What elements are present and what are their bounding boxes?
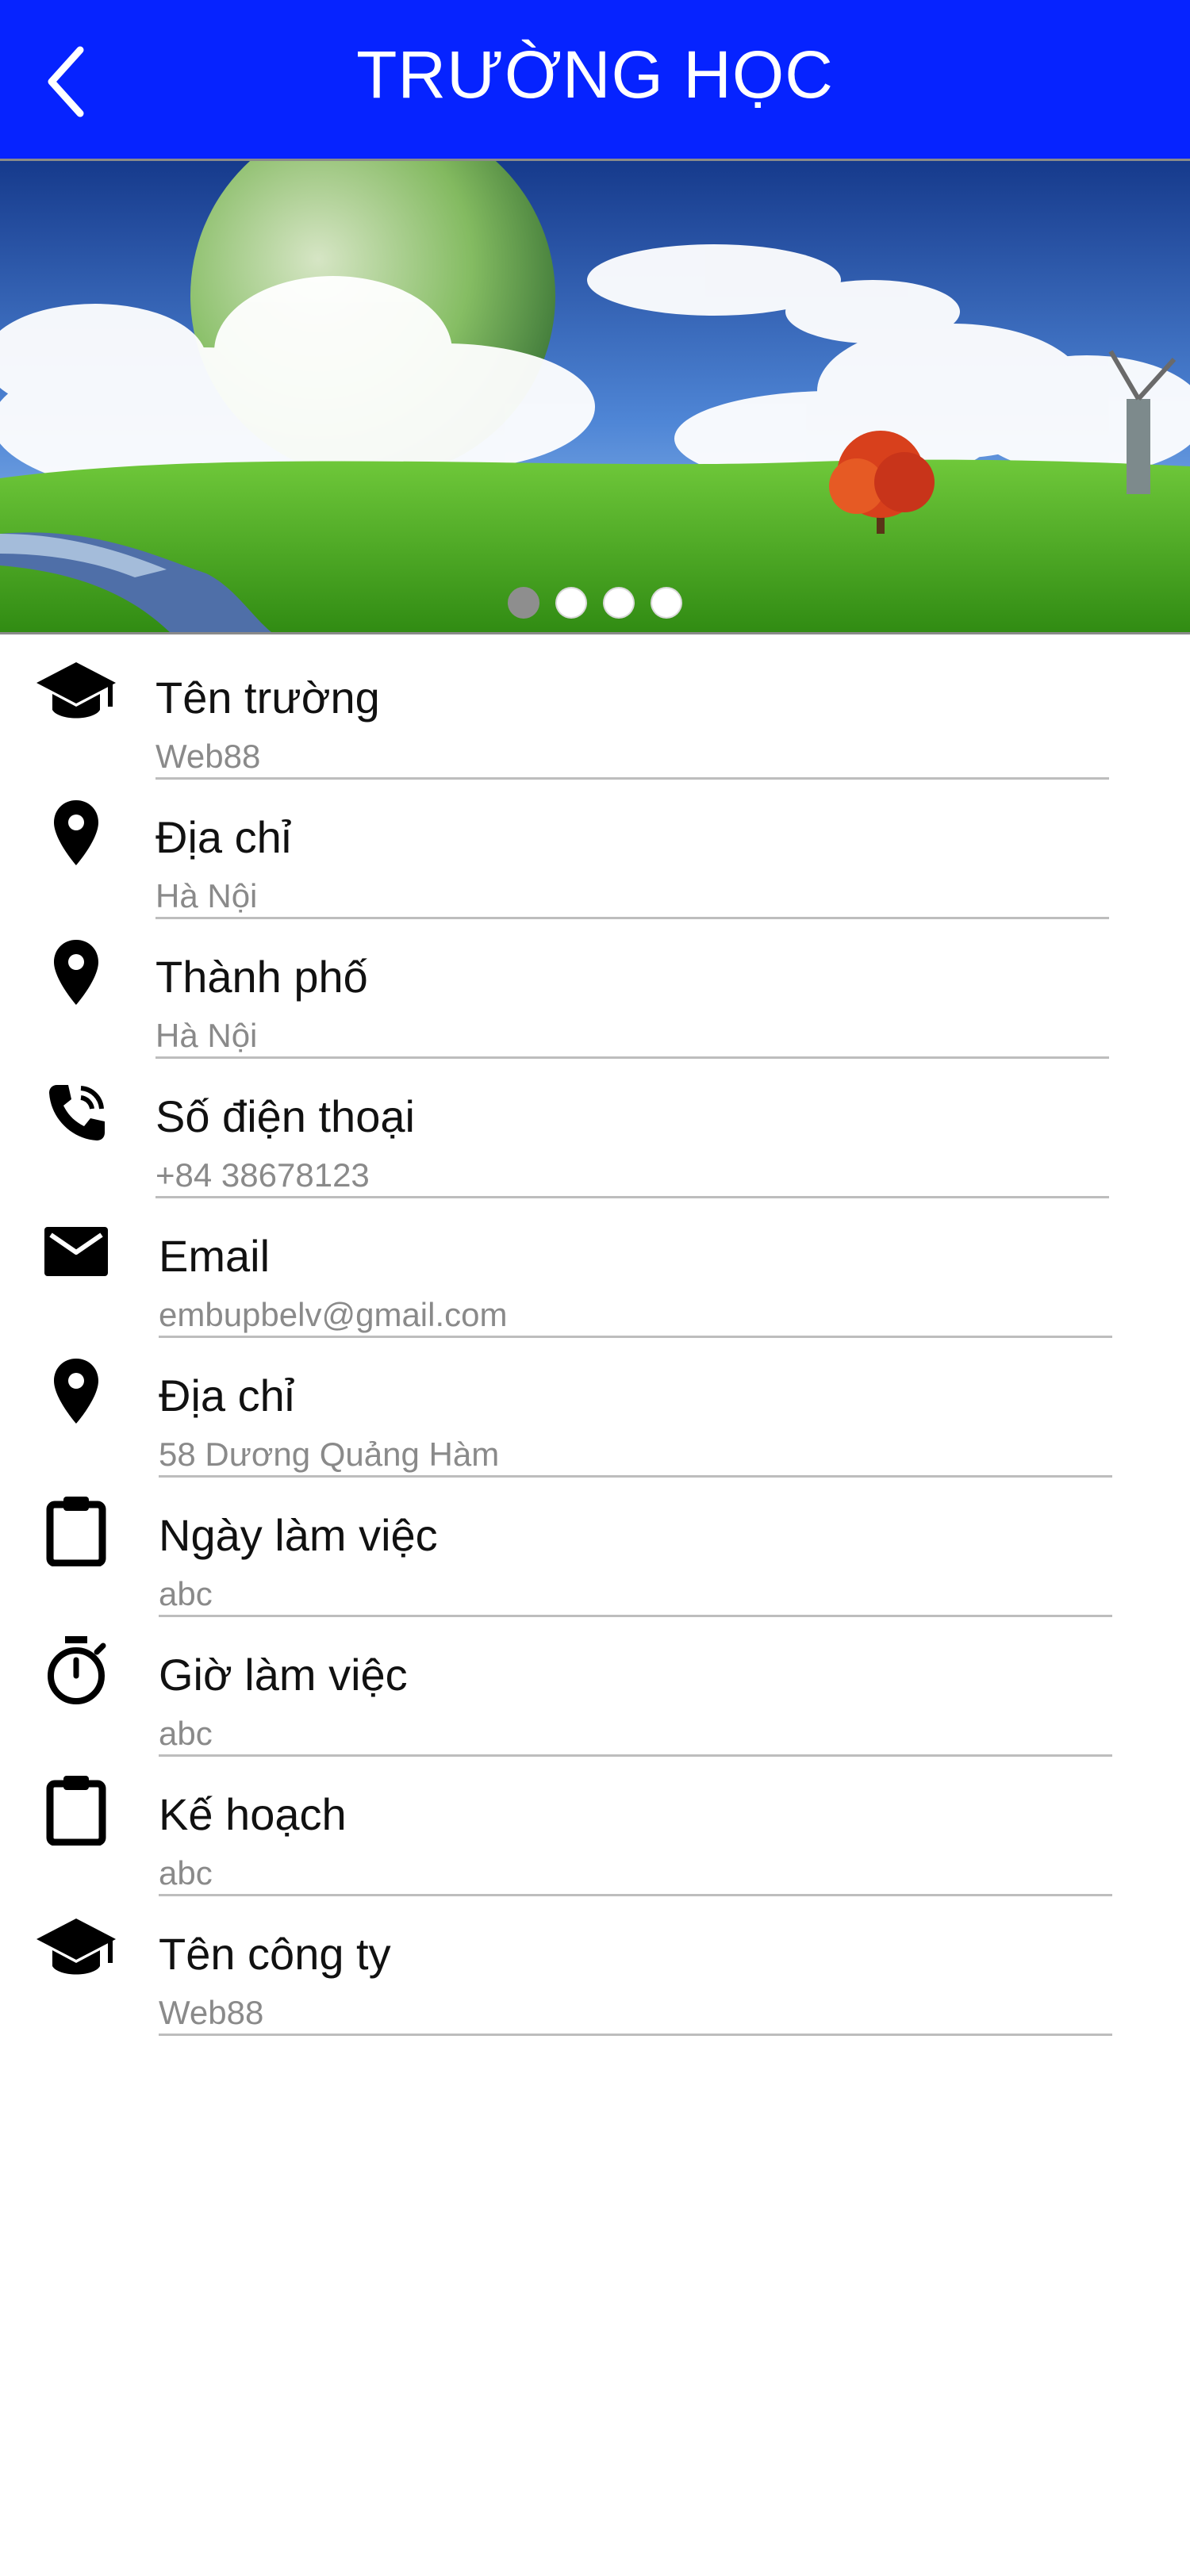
field-label: Số điện thoại — [155, 1091, 415, 1141]
graduation-cap-icon — [35, 652, 117, 734]
field-value[interactable]: abc — [159, 1713, 213, 1754]
field-label: Thành phố — [155, 952, 368, 1002]
field-value[interactable]: +84 38678123 — [155, 1155, 370, 1196]
field-value[interactable]: Hà Nội — [155, 1015, 257, 1056]
map-pin-icon — [35, 792, 117, 874]
graduation-cap-icon — [35, 1908, 117, 1991]
field-divider — [159, 1894, 1112, 1896]
field-divider — [159, 1754, 1112, 1757]
carousel-dot-4[interactable] — [651, 587, 682, 619]
stopwatch-icon — [35, 1629, 117, 1712]
field-label: Tên trường — [155, 673, 380, 723]
field-working-hours: Giờ làm việc abc — [0, 1620, 1190, 1759]
field-value[interactable]: abc — [159, 1853, 213, 1894]
field-value[interactable]: Hà Nội — [155, 876, 257, 917]
field-divider — [159, 1336, 1112, 1338]
field-city: Thành phố Hà Nội — [0, 922, 1190, 1061]
field-label: Địa chỉ — [159, 1370, 295, 1420]
carousel-dot-2[interactable] — [555, 587, 587, 619]
field-divider — [159, 1615, 1112, 1617]
field-value[interactable]: 58 Dương Quảng Hàm — [159, 1434, 499, 1475]
map-pin-icon — [35, 1350, 117, 1432]
field-divider — [155, 777, 1109, 780]
field-label: Ngày làm việc — [159, 1510, 438, 1560]
carousel-dot-1[interactable] — [508, 587, 539, 619]
field-divider — [159, 1475, 1112, 1478]
app-header: TRƯỜNG HỌC — [0, 0, 1190, 159]
field-label: Email — [159, 1231, 271, 1281]
field-school-name: Tên trường Web88 — [0, 642, 1190, 782]
field-value[interactable]: embupbelv@gmail.com — [159, 1294, 507, 1336]
field-label: Địa chỉ — [155, 812, 292, 862]
field-working-days: Ngày làm việc abc — [0, 1480, 1190, 1620]
carousel-dot-3[interactable] — [603, 587, 635, 619]
banner-carousel[interactable] — [0, 159, 1190, 634]
page-title: TRƯỜNG HỌC — [356, 37, 834, 112]
carousel-indicators — [0, 587, 1190, 622]
clipboard-icon — [35, 1769, 117, 1851]
field-email: Email embupbelv@gmail.com — [0, 1201, 1190, 1340]
field-label: Giờ làm việc — [159, 1650, 408, 1700]
field-address: Địa chỉ Hà Nội — [0, 782, 1190, 922]
field-address-2: Địa chỉ 58 Dương Quảng Hàm — [0, 1340, 1190, 1480]
field-divider — [159, 2034, 1112, 2036]
field-label: Kế hoạch — [159, 1789, 347, 1839]
field-value[interactable]: abc — [159, 1574, 213, 1615]
clipboard-icon — [35, 1489, 117, 1572]
banner-image — [0, 161, 1190, 632]
envelope-icon — [35, 1210, 117, 1293]
field-company-name: Tên công ty Web88 — [0, 1899, 1190, 2038]
field-value[interactable]: Web88 — [159, 1992, 263, 2034]
field-divider — [155, 1056, 1109, 1059]
field-phone: Số điện thoại +84 38678123 — [0, 1061, 1190, 1201]
field-divider — [155, 917, 1109, 919]
field-divider — [155, 1196, 1109, 1198]
phone-icon — [35, 1071, 117, 1153]
map-pin-icon — [35, 931, 117, 1014]
field-value[interactable]: Web88 — [155, 736, 260, 777]
field-label: Tên công ty — [159, 1929, 391, 1979]
field-plan: Kế hoạch abc — [0, 1759, 1190, 1899]
